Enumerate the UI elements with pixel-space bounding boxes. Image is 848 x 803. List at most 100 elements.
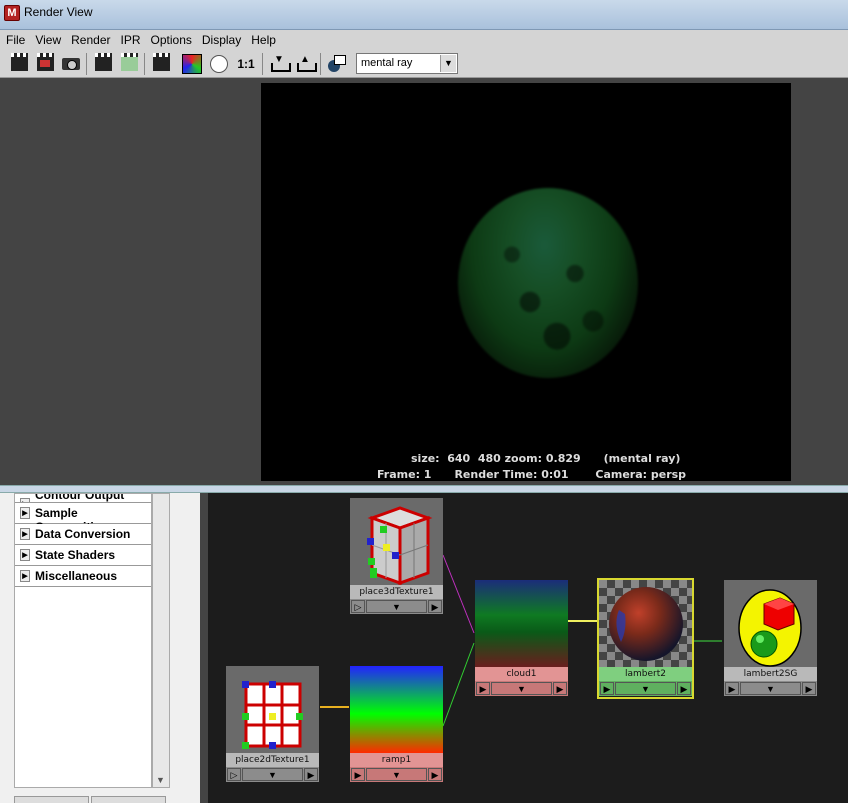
- display-in-hypershade-icon: [328, 55, 346, 73]
- render-sequence-button[interactable]: [150, 53, 172, 75]
- node-place3dtexture1[interactable]: place3dTexture1 ▷ ▼ ▶: [350, 498, 443, 615]
- snapshot-button[interactable]: [60, 53, 82, 75]
- menu-help[interactable]: Help: [245, 30, 280, 48]
- input-port-icon[interactable]: ▶: [725, 682, 739, 695]
- place2d-texture-icon: [242, 681, 303, 749]
- node-cloud1[interactable]: cloud1 ▶ ▼ ▶: [475, 580, 568, 697]
- chevron-right-icon[interactable]: ▶: [20, 507, 30, 519]
- alpha-channel-button[interactable]: [208, 53, 230, 75]
- expand-icon[interactable]: ▼: [242, 768, 303, 781]
- output-port-icon[interactable]: ▶: [677, 682, 691, 695]
- connection-place3d-cloud: [442, 554, 475, 634]
- render-info-size: size: 640 480 zoom: 0.829 (mental ray): [411, 452, 681, 465]
- node-swatch: [350, 498, 443, 586]
- menu-view[interactable]: View: [29, 30, 65, 48]
- title-bar: M Render View: [0, 0, 848, 30]
- real-size-label: 1:1: [237, 57, 255, 71]
- section-data-conversion[interactable]: ▶ Data Conversion: [15, 524, 151, 545]
- window-title: Render View: [24, 5, 93, 19]
- section-contour-output[interactable]: ▶Contour Output: [15, 494, 151, 503]
- expand-icon[interactable]: ▼: [615, 682, 676, 695]
- chevron-right-icon[interactable]: ▶: [20, 528, 30, 540]
- pane-splitter[interactable]: [0, 485, 848, 493]
- expand-icon[interactable]: ▼: [491, 682, 552, 695]
- render-view-area[interactable]: size: 640 480 zoom: 0.829 (mental ray) F…: [6, 78, 848, 485]
- ipr-region-button[interactable]: [118, 53, 140, 75]
- section-state-shaders[interactable]: ▶ State Shaders: [15, 545, 151, 566]
- node-swatch: [350, 666, 443, 753]
- display-in-hypershade-button[interactable]: [326, 53, 348, 75]
- output-port-icon[interactable]: ▶: [428, 600, 442, 613]
- shader-sphere-icon: [609, 587, 683, 661]
- scroll-down-icon[interactable]: ▼: [156, 775, 165, 785]
- attribute-sections: ▶Contour Output ▶Sample Compositing ▶Dat…: [14, 493, 152, 788]
- panel-tab[interactable]: [91, 796, 166, 803]
- maya-app-icon[interactable]: M: [4, 5, 20, 21]
- output-port-icon[interactable]: ▶: [553, 682, 567, 695]
- menu-file[interactable]: File: [0, 30, 29, 48]
- rgb-channels-button[interactable]: [181, 53, 203, 75]
- panel-tab[interactable]: [14, 796, 89, 803]
- keep-image-icon: [271, 54, 291, 72]
- render-image[interactable]: size: 640 480 zoom: 0.829 (mental ray) F…: [261, 83, 791, 481]
- input-port-icon[interactable]: ▶: [351, 768, 365, 781]
- output-port-icon[interactable]: ▶: [802, 682, 816, 695]
- node-swatch: [226, 666, 319, 753]
- output-port-icon[interactable]: ▶: [428, 768, 442, 781]
- node-ports: ▷ ▼ ▶: [226, 767, 319, 782]
- place3d-texture-icon: [367, 506, 433, 586]
- remove-image-button[interactable]: [294, 53, 317, 75]
- attribute-scrollbar[interactable]: ▼: [152, 493, 170, 788]
- redo-render-button[interactable]: [8, 53, 30, 75]
- chevron-right-icon[interactable]: ▶: [20, 549, 30, 561]
- real-size-button[interactable]: 1:1: [235, 53, 257, 75]
- shading-group-icon: [738, 589, 802, 667]
- node-place2dtexture1[interactable]: place2dTexture1 ▷ ▼ ▶: [226, 666, 319, 783]
- node-ports: ▶ ▼ ▶: [475, 681, 568, 696]
- menu-options[interactable]: Options: [145, 30, 196, 48]
- toolbar-separator: [86, 53, 87, 75]
- keep-image-button[interactable]: [268, 53, 291, 75]
- render-region-icon: [94, 53, 112, 71]
- expand-icon[interactable]: ▼: [366, 600, 427, 613]
- node-lambert2sg[interactable]: lambert2SG ▶ ▼ ▶: [724, 580, 817, 697]
- attribute-panel: ▶Contour Output ▶Sample Compositing ▶Dat…: [0, 493, 200, 803]
- section-miscellaneous[interactable]: ▶ Miscellaneous: [15, 566, 151, 587]
- toolbar-separator: [262, 53, 263, 75]
- hypershade-graph[interactable]: place3dTexture1 ▷ ▼ ▶ cloud1 ▶ ▼ ▶ lambert: [208, 493, 848, 803]
- render-region-button[interactable]: [92, 53, 114, 75]
- toolbar: 1:1 mental ray ▼: [0, 50, 848, 78]
- ipr-render-button[interactable]: [34, 53, 56, 75]
- input-port-icon[interactable]: ▷: [227, 768, 241, 781]
- node-ports: ▷ ▼ ▶: [350, 599, 443, 614]
- toolbar-separator: [144, 53, 145, 75]
- rgb-channels-icon: [182, 54, 202, 74]
- chevron-right-icon[interactable]: ▶: [20, 570, 30, 582]
- input-port-icon[interactable]: ▷: [351, 600, 365, 613]
- remove-image-icon: [297, 54, 317, 72]
- node-label: ramp1: [350, 753, 443, 767]
- toolbar-separator: [320, 53, 321, 75]
- chevron-down-icon[interactable]: ▼: [440, 55, 456, 72]
- ipr-render-icon: [36, 53, 54, 71]
- node-lambert2[interactable]: lambert2 ▶ ▼ ▶: [597, 578, 694, 699]
- node-swatch: [599, 580, 692, 667]
- node-ports: ▶ ▼ ▶: [350, 767, 443, 782]
- input-port-icon[interactable]: ▶: [476, 682, 490, 695]
- output-port-icon[interactable]: ▶: [304, 768, 318, 781]
- node-ports: ▶ ▼ ▶: [599, 681, 692, 696]
- menu-display[interactable]: Display: [196, 30, 245, 48]
- node-label: lambert2: [599, 667, 692, 681]
- renderer-select[interactable]: mental ray ▼: [356, 53, 458, 74]
- section-sample-compositing[interactable]: ▶Sample Compositing: [15, 503, 151, 534]
- node-ramp1[interactable]: ramp1 ▶ ▼ ▶: [350, 666, 443, 783]
- expand-icon[interactable]: ▼: [366, 768, 427, 781]
- menu-ipr[interactable]: IPR: [115, 30, 145, 48]
- input-port-icon[interactable]: ▶: [600, 682, 614, 695]
- node-label: place2dTexture1: [226, 753, 319, 767]
- expand-icon[interactable]: ▼: [740, 682, 801, 695]
- node-label: cloud1: [475, 667, 568, 681]
- connection-ramp-cloud: [442, 642, 475, 727]
- node-ports: ▶ ▼ ▶: [724, 681, 817, 696]
- menu-render[interactable]: Render: [65, 30, 114, 48]
